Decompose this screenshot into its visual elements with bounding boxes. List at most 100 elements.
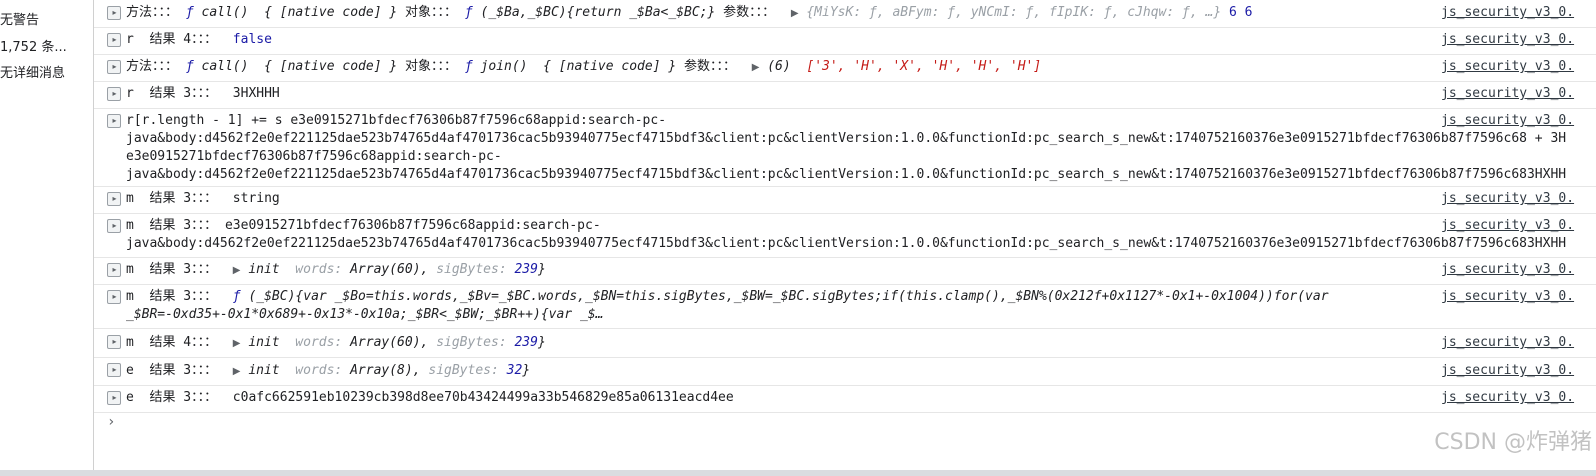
result-value: c0afc662591eb10239cb398d8ee70b43424499a3… xyxy=(232,390,734,405)
result-label: r 结果 4：：： xyxy=(126,32,218,47)
source-link[interactable]: js_security_v3_0. xyxy=(1441,389,1596,407)
expand-icon[interactable]: ▸ xyxy=(107,363,121,377)
console-row: ▸ r 结果 3：：： 3HXHHH js_security_v3_0. xyxy=(94,82,1596,109)
expand-icon[interactable]: ▸ xyxy=(107,290,121,304)
result-value: e3e0915271bfdecf76306b87f7596c68appid:se… xyxy=(224,218,601,233)
object-constructor[interactable]: init xyxy=(248,262,279,277)
result-label: m 结果 4：：： xyxy=(126,335,218,350)
source-link[interactable]: js_security_v3_0. xyxy=(1441,112,1596,130)
function-source[interactable]: (_$BC){var _$Bo=this.words,_$Bv=_$BC.wor… xyxy=(248,289,1328,304)
expand-icon[interactable]: ▸ xyxy=(107,219,121,233)
expand-icon[interactable]: ▸ xyxy=(107,114,121,128)
prompt-chevron-icon[interactable]: › xyxy=(107,414,115,430)
devtools-console-window: 无警告 1,752 条... 无详细消息 ▸ 方法：：： ƒ call() { … xyxy=(0,0,1596,476)
expand-icon[interactable]: ▸ xyxy=(107,263,121,277)
console-message: e 结果 3：：： ▶ init words: Array(8), sigByt… xyxy=(126,363,531,378)
expand-triangle-icon[interactable]: ▶ xyxy=(233,338,241,349)
sidebar-item-info-count[interactable]: 1,752 条... xyxy=(0,35,92,61)
expand-triangle-icon[interactable]: ▶ xyxy=(233,366,241,377)
expand-icon[interactable]: ▸ xyxy=(107,60,121,74)
expand-triangle-icon[interactable]: ▶ xyxy=(752,62,760,73)
property-value: Array(60), xyxy=(350,335,429,350)
expand-triangle-icon[interactable]: ▶ xyxy=(233,265,241,276)
expand-icon[interactable]: ▸ xyxy=(107,192,121,206)
property-key: words: xyxy=(295,262,343,277)
expand-triangle-icon[interactable]: ▶ xyxy=(791,8,799,19)
console-message: r 结果 4：：： false xyxy=(126,31,1436,49)
method-label: 方法：：： xyxy=(126,5,179,20)
property-key: words: xyxy=(295,363,343,378)
result-label: m 结果 3：：： xyxy=(126,218,218,233)
source-link[interactable]: js_security_v3_0. xyxy=(1441,4,1596,22)
message-line: e3e0915271bfdecf76306b87f7596c68appid:se… xyxy=(126,149,502,164)
console-message: m 结果 3：：： e3e0915271bfdecf76306b87f7596c… xyxy=(126,217,1596,253)
source-link[interactable]: js_security_v3_0. xyxy=(1441,261,1596,279)
args-label: 参数：：： xyxy=(723,5,776,20)
call-text: call() xyxy=(201,5,249,20)
sidebar-item-verbose[interactable]: 无详细消息 xyxy=(0,61,92,87)
console-row: ▸ m 结果 4：：： ▶ init words: Array(60), sig… xyxy=(94,329,1596,358)
result-label: r 结果 3：：： xyxy=(126,86,218,101)
console-message: r[r.length - 1] += s e3e0915271bfdecf763… xyxy=(126,112,1596,184)
result-value: false xyxy=(232,32,272,47)
source-link[interactable]: js_security_v3_0. xyxy=(1441,288,1596,306)
expand-icon[interactable]: ▸ xyxy=(107,87,121,101)
function-icon: ƒ xyxy=(185,5,194,20)
function-icon: ƒ xyxy=(185,59,194,74)
property-key: sigBytes: xyxy=(436,335,507,350)
expand-icon[interactable]: ▸ xyxy=(107,6,121,20)
console-message: m 结果 3：：： ▶ init words: Array(60), sigBy… xyxy=(126,262,546,277)
sidebar-item-warnings[interactable]: 无警告 xyxy=(0,8,92,34)
message-line: java&body:d4562f2e0ef221125dae523b74765d… xyxy=(126,236,1567,251)
property-value: 239 xyxy=(514,262,538,277)
message-line: m 结果 3：：： e3e0915271bfdecf76306b87f7596c… xyxy=(126,217,1426,235)
property-key: sigBytes: xyxy=(428,363,499,378)
source-link[interactable]: js_security_v3_0. xyxy=(1441,217,1596,235)
watermark: CSDN @炸弹猪 xyxy=(1434,430,1592,455)
console-row: ▸ e 结果 3：：： c0afc662591eb10239cb398d8ee7… xyxy=(94,386,1596,413)
function-icon: ƒ xyxy=(464,59,473,74)
expand-icon[interactable]: ▸ xyxy=(107,33,121,47)
result-label: e 结果 3：：： xyxy=(126,363,218,378)
console-message: m 结果 4：：： ▶ init words: Array(60), sigBy… xyxy=(126,335,546,350)
property-value: Array(60), xyxy=(350,262,429,277)
console-row: ▸ r[r.length - 1] += s e3e0915271bfdecf7… xyxy=(94,109,1596,187)
console-row: ▸ r 结果 4：：： false js_security_v3_0. xyxy=(94,28,1596,55)
result-value: 3HXHHH xyxy=(232,86,280,101)
native-code-text: { [native code] } xyxy=(264,59,398,74)
console-message: e 结果 3：：： c0afc662591eb10239cb398d8ee70b… xyxy=(126,389,1436,407)
source-link[interactable]: js_security_v3_0. xyxy=(1441,58,1596,76)
source-link[interactable]: js_security_v3_0. xyxy=(1441,190,1596,208)
message-line: r[r.length - 1] += s e3e0915271bfdecf763… xyxy=(126,113,667,128)
object-constructor[interactable]: init xyxy=(248,363,279,378)
source-link[interactable]: js_security_v3_0. xyxy=(1441,85,1596,103)
console-row: ▸ 方法：：： ƒ call() { [native code] } 对象：：：… xyxy=(94,55,1596,82)
console-sidebar: 无警告 1,752 条... 无详细消息 xyxy=(0,0,94,476)
trailing-values: 6 6 xyxy=(1229,5,1253,20)
source-link[interactable]: js_security_v3_0. xyxy=(1441,362,1596,380)
native-code-text: { [native code] } xyxy=(543,59,677,74)
bottom-scrollbar[interactable] xyxy=(0,470,1596,476)
console-row: ▸ m 结果 3：：： ▶ init words: Array(60), sig… xyxy=(94,258,1596,285)
source-link[interactable]: js_security_v3_0. xyxy=(1441,334,1596,352)
result-label: m 结果 3：：： xyxy=(126,289,218,304)
source-link[interactable]: js_security_v3_0. xyxy=(1441,31,1596,49)
console-message: m 结果 3：：： string xyxy=(126,190,1436,208)
args-preview[interactable]: {MiYsK: ƒ, aBFym: ƒ, yNCmI: ƒ, fIpIK: ƒ,… xyxy=(806,5,1221,20)
console-message: r 结果 3：：： 3HXHHH xyxy=(126,85,1436,103)
expand-icon[interactable]: ▸ xyxy=(107,391,121,405)
property-value: 32 xyxy=(506,363,523,378)
array-preview[interactable]: ['3', 'H', 'X', 'H', 'H', 'H'] xyxy=(806,59,1041,74)
object-constructor[interactable]: init xyxy=(248,335,279,350)
property-value: Array(8), xyxy=(350,363,421,378)
property-value: 239 xyxy=(514,335,538,350)
console-row: ▸ e 结果 3：：： ▶ init words: Array(8), sigB… xyxy=(94,358,1596,386)
result-value: string xyxy=(232,191,280,206)
expand-icon[interactable]: ▸ xyxy=(107,335,121,349)
function-signature: (_$Ba,_$BC){return _$Ba<_$BC;} xyxy=(480,5,716,20)
native-code-text: { [native code] } xyxy=(264,5,398,20)
result-label: m 结果 3：：： xyxy=(126,191,218,206)
console-row: ▸ m 结果 3：：： string js_security_v3_0. xyxy=(94,187,1596,214)
join-text: join() xyxy=(480,59,528,74)
message-line: m 结果 3：：： ƒ (_$BC){var _$Bo=this.words,_… xyxy=(126,288,1426,306)
